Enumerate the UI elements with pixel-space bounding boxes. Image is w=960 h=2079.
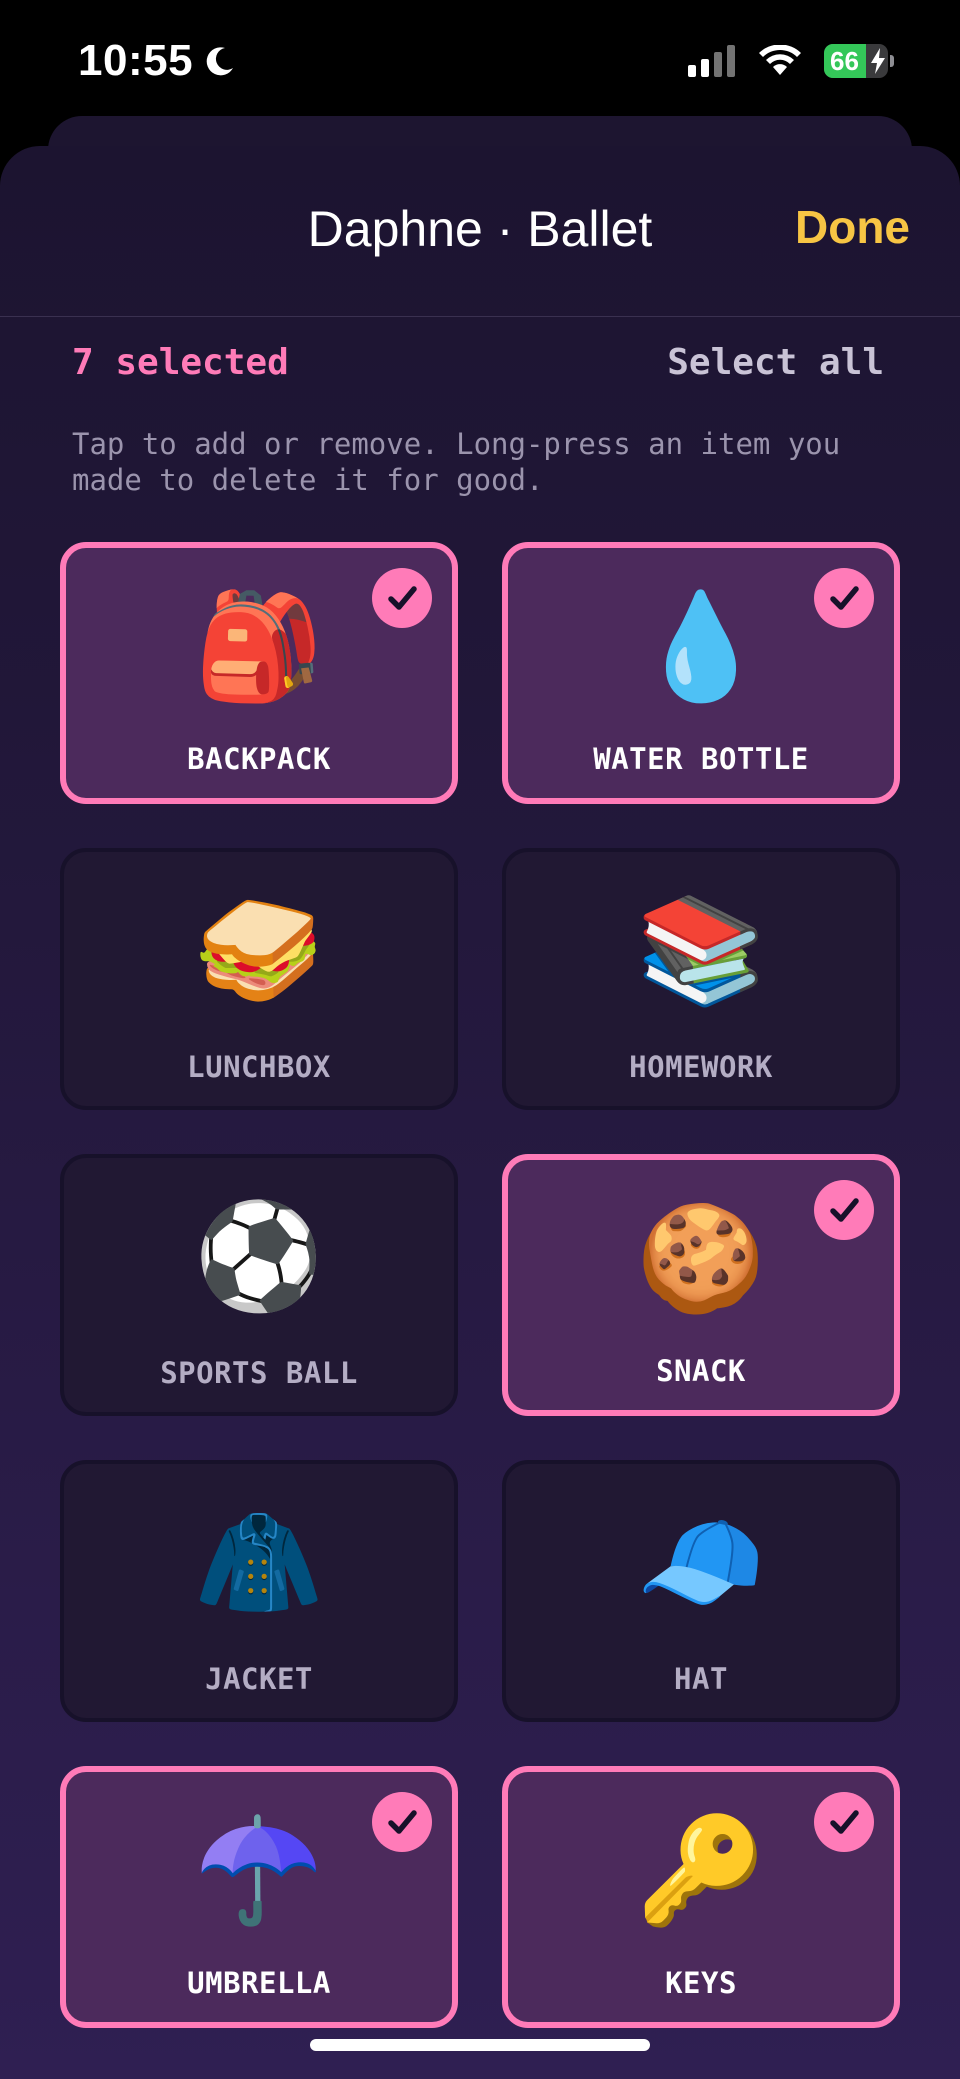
selected-count: 7 selected [72, 342, 289, 383]
cellular-signal-icon [688, 45, 735, 77]
item-picker-sheet: Daphne · Ballet Done 7 selected Select a… [0, 146, 960, 2079]
item-label: SPORTS BALL [160, 1356, 358, 1390]
checkmark-icon [814, 1180, 874, 1240]
checkmark-icon [814, 568, 874, 628]
item-label: LUNCHBOX [187, 1050, 331, 1084]
charging-bolt-icon [871, 48, 885, 74]
checkmark-icon [814, 1792, 874, 1852]
select-all-button[interactable]: Select all [667, 342, 884, 383]
item-emoji-icon: 🧥 [194, 1501, 324, 1623]
done-button[interactable]: Done [795, 200, 910, 254]
checkmark-icon [372, 568, 432, 628]
home-indicator [310, 2039, 650, 2051]
item-tile-umbrella[interactable]: ☂️ UMBRELLA [60, 1766, 458, 2028]
item-tile-jacket[interactable]: 🧥 JACKET [60, 1460, 458, 1722]
checkmark-icon [372, 1792, 432, 1852]
item-label: UMBRELLA [187, 1966, 331, 2000]
item-tile-snack[interactable]: 🍪 SNACK [502, 1154, 900, 1416]
battery-icon: 66 [824, 44, 888, 78]
hint-text: Tap to add or remove. Long-press an item… [72, 427, 841, 497]
battery-cap [890, 55, 894, 67]
battery-level: 66 [830, 45, 859, 76]
clock-time: 10:55 [78, 36, 194, 85]
moon-icon [206, 47, 234, 76]
item-label: BACKPACK [187, 742, 331, 776]
item-tile-sports-ball[interactable]: ⚽ SPORTS BALL [60, 1154, 458, 1416]
status-time: 10:55 [78, 36, 237, 86]
item-tile-lunchbox[interactable]: 🥪 LUNCHBOX [60, 848, 458, 1110]
item-emoji-icon: ⚽ [194, 1195, 324, 1317]
status-indicators: 66 [688, 44, 894, 78]
item-label: HOMEWORK [629, 1050, 773, 1084]
item-label: WATER BOTTLE [593, 742, 809, 776]
battery-indicator: 66 [824, 44, 894, 78]
item-label: JACKET [205, 1662, 313, 1696]
item-tile-homework[interactable]: 📚 HOMEWORK [502, 848, 900, 1110]
item-tile-backpack[interactable]: 🎒 BACKPACK [60, 542, 458, 804]
item-label: SNACK [656, 1354, 746, 1388]
item-tile-water-bottle[interactable]: 💧 WATER BOTTLE [502, 542, 900, 804]
status-bar: 10:55 66 [0, 0, 960, 120]
item-label: HAT [674, 1662, 728, 1696]
item-emoji-icon: 📚 [636, 889, 766, 1011]
item-emoji-icon: 🧢 [636, 1501, 766, 1623]
item-tile-hat[interactable]: 🧢 HAT [502, 1460, 900, 1722]
nav-bar: Daphne · Ballet Done [0, 146, 960, 317]
item-emoji-icon: 🥪 [194, 889, 324, 1011]
item-label: KEYS [665, 1966, 737, 2000]
item-tile-keys[interactable]: 🔑 KEYS [502, 1766, 900, 2028]
wifi-icon [759, 45, 801, 75]
